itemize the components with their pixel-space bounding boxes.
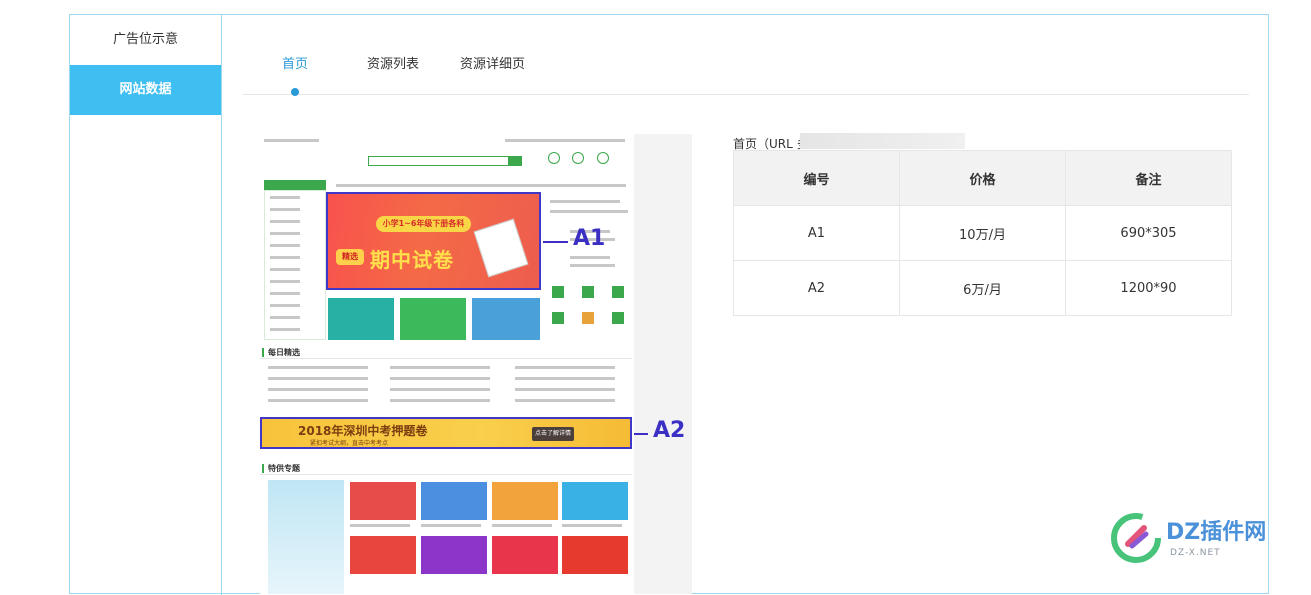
watermark-logo: DZ插件网 DZ-X.NET (1108, 508, 1308, 570)
table-header-row: 编号 价格 备注 (733, 150, 1232, 206)
special-topics-heading: 特供专题 (268, 464, 300, 473)
table-row: A2 6万/月 1200*90 (733, 260, 1232, 316)
tab-resource-detail[interactable]: 资源详细页 (460, 53, 525, 72)
marker-a2: A2 (653, 418, 686, 443)
homepage-preview-image: 小学1~6年级下册各科 精选 期中试卷 每日精选 2018年深圳中考押题卷 紧扣… (260, 134, 692, 594)
banner-a2-subline: 紧扣考试大纲，直击中考考点 (310, 440, 389, 447)
dz-logo-icon (1111, 513, 1161, 563)
watermark-text: DZ插件网 (1166, 520, 1267, 545)
ad-banner-a1: 小学1~6年级下册各科 精选 期中试卷 (326, 192, 541, 290)
blurred-url (800, 133, 965, 149)
cell-note: 1200*90 (1065, 260, 1232, 316)
banner-a1-tag: 小学1~6年级下册各科 (376, 216, 471, 232)
banner-a2-headline: 2018年深圳中考押题卷 (298, 424, 428, 438)
column-header-id: 编号 (733, 150, 900, 206)
tab-resource-list[interactable]: 资源列表 (367, 53, 419, 72)
preview-site: 小学1~6年级下册各科 精选 期中试卷 每日精选 2018年深圳中考押题卷 紧扣… (260, 134, 634, 594)
tab-bar: 首页 资源列表 资源详细页 (243, 15, 1249, 96)
sidebar-item-site-data[interactable]: 网站数据 (70, 65, 221, 115)
cell-note: 690*305 (1065, 205, 1232, 261)
banner-a2-button: 点击了解详情 (532, 427, 574, 441)
cell-id: A2 (733, 260, 900, 316)
banner-a1-badge: 精选 (336, 249, 364, 265)
cell-price: 10万/月 (899, 205, 1066, 261)
tab-home[interactable]: 首页 (282, 53, 308, 72)
banner-a1-headline: 期中试卷 (370, 248, 454, 272)
paper-illustration (473, 218, 529, 278)
cell-id: A1 (733, 205, 900, 261)
sidebar: 广告位示意 网站数据 (70, 15, 222, 595)
cell-price: 6万/月 (899, 260, 1066, 316)
column-header-price: 价格 (899, 150, 1066, 206)
daily-picks-heading: 每日精选 (268, 348, 300, 357)
ad-pricing-table: 编号 价格 备注 A1 10万/月 690*305 A2 6万/月 1200*9… (733, 150, 1232, 316)
watermark-sub: DZ-X.NET (1170, 548, 1221, 558)
marker-a1: A1 (573, 226, 606, 251)
ad-banner-a2: 2018年深圳中考押题卷 紧扣考试大纲，直击中考考点 点击了解详情 (260, 417, 632, 449)
active-tab-indicator (291, 88, 299, 96)
sidebar-item-ad-slots[interactable]: 广告位示意 (70, 15, 221, 65)
column-header-note: 备注 (1065, 150, 1232, 206)
table-row: A1 10万/月 690*305 (733, 205, 1232, 261)
